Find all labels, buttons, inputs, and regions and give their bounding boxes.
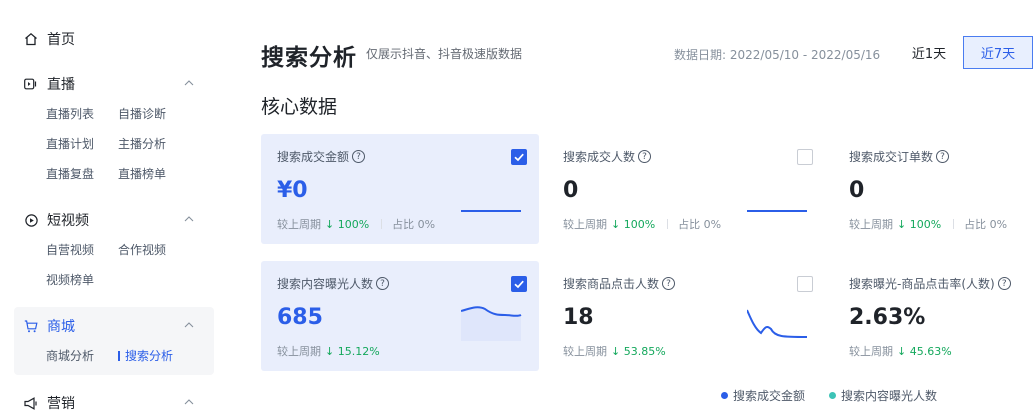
- metric-checkbox[interactable]: [511, 149, 527, 165]
- metric-value: 0: [849, 178, 865, 203]
- metric-compare: 较上周期 ↓ 100% 占比 0%: [563, 218, 722, 231]
- core-data-title: 核心数据: [261, 96, 338, 118]
- metric-value: 685: [277, 305, 323, 330]
- metric-value: 18: [563, 305, 594, 330]
- page-title: 搜索分析: [261, 45, 357, 71]
- legend-dot: [829, 392, 836, 399]
- nav-live-title: 直播: [47, 77, 75, 93]
- nav-home-label: 首页: [47, 32, 75, 48]
- nav-item-anchor-analysis[interactable]: 主播分析: [118, 129, 190, 159]
- megaphone-icon: [24, 396, 38, 410]
- nav-section-live: 直播 直播列表 自播诊断 直播计划 主播分析 直播复盘 直播榜单: [14, 69, 214, 189]
- metric-checkbox[interactable]: [797, 276, 813, 292]
- nav-item-coop-video[interactable]: 合作视频: [118, 235, 190, 265]
- metric-compare: 较上周期 ↓ 100% 占比 0%: [277, 218, 436, 231]
- nav-marketing-title: 营销: [47, 396, 75, 412]
- chevron-up-icon: [184, 399, 194, 405]
- nav-section-mall: 商城 商城分析 搜索分析: [14, 307, 214, 375]
- help-icon[interactable]: ?: [638, 150, 652, 163]
- cart-icon: [24, 319, 38, 333]
- nav-item-search-analysis[interactable]: 搜索分析: [118, 341, 190, 371]
- nav-mall-title: 商城: [47, 319, 75, 335]
- help-icon[interactable]: ?: [997, 277, 1011, 290]
- nav-item-live-diagnosis[interactable]: 自播诊断: [118, 99, 190, 129]
- date-range-label: 数据日期: 2022/05/10 - 2022/05/16: [674, 48, 881, 62]
- home-icon: [25, 32, 37, 46]
- metric-label: 搜索商品点击人数?: [563, 275, 676, 292]
- range-1d-button[interactable]: 近1天: [895, 36, 963, 69]
- nav-item-live-list[interactable]: 直播列表: [46, 99, 118, 129]
- nav-live-header[interactable]: 直播: [14, 69, 214, 99]
- metric-card-search-buyers[interactable]: 搜索成交人数? 0 较上周期 ↓ 100% 占比 0%: [547, 134, 825, 244]
- nav-marketing-header[interactable]: 营销: [14, 388, 214, 418]
- nav-section-marketing: 营销: [14, 388, 214, 418]
- nav-home[interactable]: 首页: [24, 29, 75, 49]
- metric-compare: 较上周期 ↓ 45.63%: [849, 345, 952, 358]
- nav-section-video: 短视频 自营视频 合作视频 视频榜单: [14, 205, 214, 295]
- metric-checkbox[interactable]: [797, 149, 813, 165]
- nav-video-header[interactable]: 短视频: [14, 205, 214, 235]
- nav-item-live-plan[interactable]: 直播计划: [46, 129, 118, 159]
- metric-value: 2.63%: [849, 305, 926, 330]
- metric-label: 搜索成交人数?: [563, 148, 652, 165]
- sidebar: 首页 直播 直播列表 自播诊断 直播计划 主播分析 直播复盘 直播榜单 短视频 …: [0, 0, 230, 419]
- legend-dot: [721, 392, 728, 399]
- metric-value: ¥0: [277, 178, 308, 203]
- legend-item-search-gmv[interactable]: 搜索成交金额: [721, 387, 805, 404]
- legend-item-search-exposure[interactable]: 搜索内容曝光人数: [829, 387, 937, 404]
- help-icon[interactable]: ?: [936, 150, 950, 163]
- sparkline: [747, 210, 807, 212]
- chevron-up-icon: [184, 216, 194, 222]
- legend-label: 搜索成交金额: [733, 389, 806, 403]
- metric-card-search-orders[interactable]: 搜索成交订单数? 0 较上周期 ↓ 100% 占比 0%: [833, 134, 1035, 244]
- help-icon[interactable]: ?: [352, 150, 366, 163]
- nav-item-video-ranking[interactable]: 视频榜单: [46, 265, 118, 295]
- metric-compare: 较上周期 ↓ 53.85%: [563, 345, 666, 358]
- metric-card-search-gmv[interactable]: 搜索成交金额? ¥0 较上周期 ↓ 100% 占比 0%: [261, 134, 539, 244]
- video-icon: [24, 213, 38, 227]
- metric-label: 搜索内容曝光人数?: [277, 275, 390, 292]
- live-icon: [24, 77, 38, 91]
- chevron-up-icon: [184, 80, 194, 86]
- metric-compare: 较上周期 ↓ 100% 占比 0%: [849, 218, 1008, 231]
- chevron-up-icon: [184, 322, 194, 328]
- nav-item-live-ranking[interactable]: 直播榜单: [118, 159, 190, 189]
- nav-mall-header[interactable]: 商城: [14, 311, 214, 341]
- metric-checkbox[interactable]: [511, 276, 527, 292]
- page-subtitle: 仅展示抖音、抖音极速版数据: [366, 47, 523, 61]
- nav-item-own-video[interactable]: 自营视频: [46, 235, 118, 265]
- nav-video-title: 短视频: [47, 213, 89, 229]
- metric-label: 搜索成交订单数?: [849, 148, 950, 165]
- range-7d-button[interactable]: 近7天: [963, 36, 1033, 69]
- sparkline: [461, 306, 522, 341]
- metric-card-search-exposure[interactable]: 搜索内容曝光人数? 685 较上周期 ↓ 15.12%: [261, 261, 539, 371]
- metric-card-click-rate[interactable]: 搜索曝光-商品点击率(人数)? 2.63% 较上周期 ↓ 45.63%: [833, 261, 1035, 371]
- sparkline: [747, 309, 808, 338]
- help-icon[interactable]: ?: [376, 277, 390, 290]
- nav-item-mall-analysis[interactable]: 商城分析: [46, 341, 118, 371]
- metric-compare: 较上周期 ↓ 15.12%: [277, 345, 380, 358]
- help-icon[interactable]: ?: [662, 277, 676, 290]
- metric-label: 搜索曝光-商品点击率(人数)?: [849, 275, 1011, 292]
- metric-card-product-clicks[interactable]: 搜索商品点击人数? 18 较上周期 ↓ 53.85%: [547, 261, 825, 371]
- nav-item-live-review[interactable]: 直播复盘: [46, 159, 118, 189]
- sparkline: [461, 210, 521, 212]
- metric-label: 搜索成交金额?: [277, 148, 366, 165]
- metric-value: 0: [563, 178, 579, 203]
- legend-label: 搜索内容曝光人数: [841, 389, 938, 403]
